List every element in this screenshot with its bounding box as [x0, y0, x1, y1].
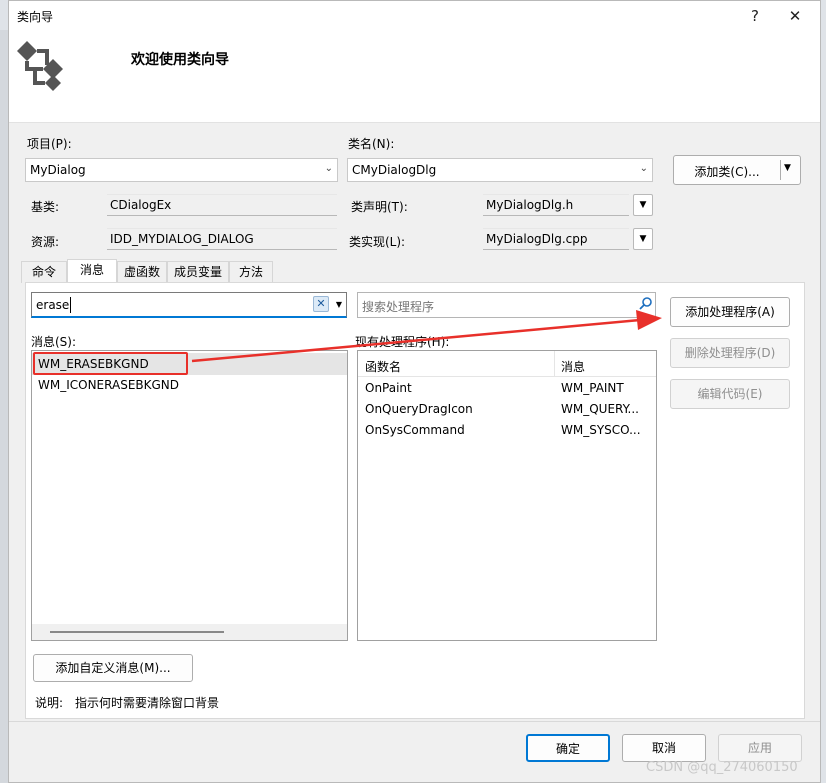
annotation-arrow	[191, 310, 662, 363]
watermark: CSDN @qq_274060150	[646, 760, 798, 775]
